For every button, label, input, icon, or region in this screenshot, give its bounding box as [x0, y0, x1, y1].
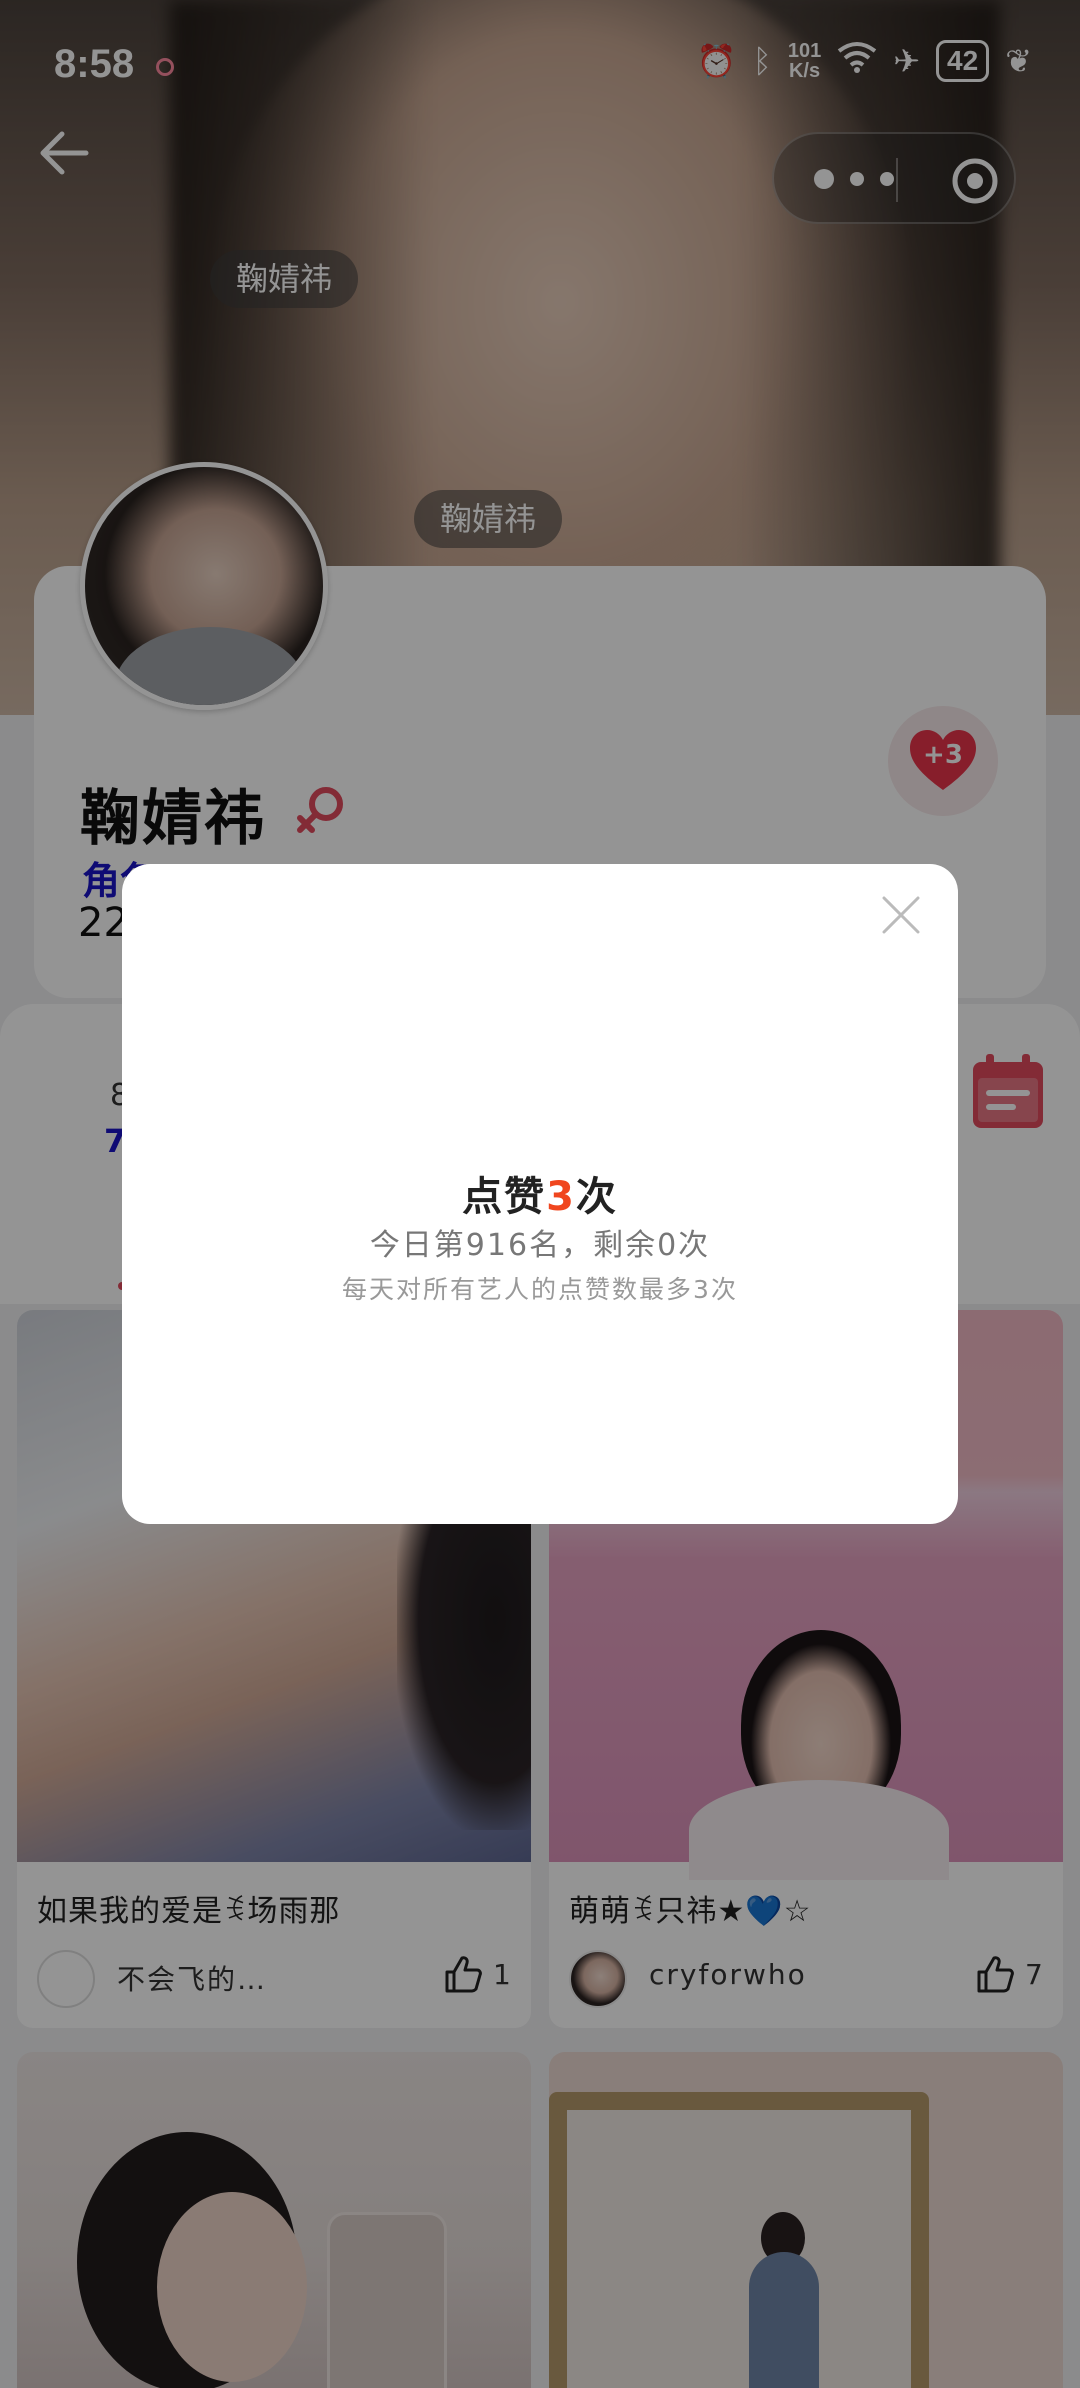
dialog-rank-text: 今日第916名，剩余0次 [369, 1228, 711, 1263]
like-result-dialog: 点赞3次 今日第916名，剩余0次 每天对所有艺人的点赞数最多3次 [122, 864, 958, 1524]
dialog-title: 点赞3次 [462, 1174, 618, 1220]
close-icon[interactable] [876, 890, 926, 940]
dialog-hint-text: 每天对所有艺人的点赞数最多3次 [342, 1275, 738, 1304]
like-times-number: 3 [546, 1174, 576, 1220]
